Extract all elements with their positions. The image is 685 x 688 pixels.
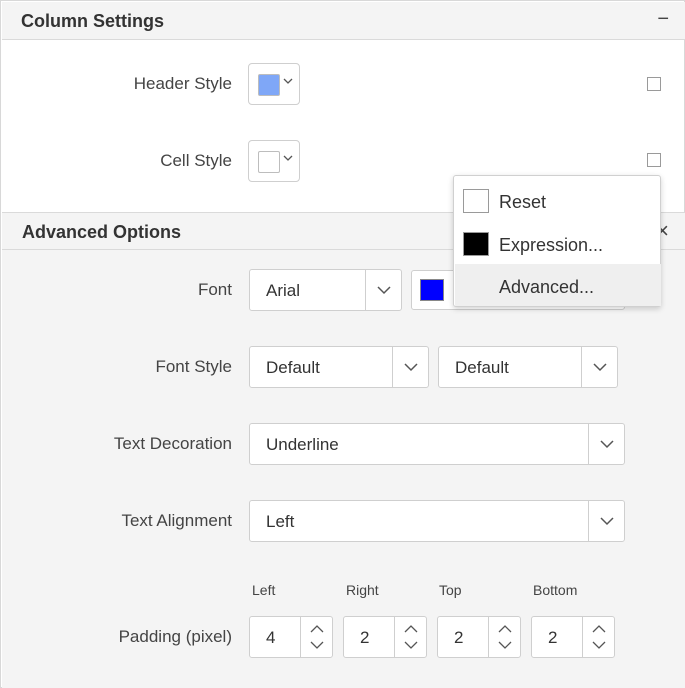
font-family-value: Arial [266, 281, 301, 300]
header-style-swatch [258, 74, 280, 96]
text-decoration-label: Text Decoration [113, 434, 232, 453]
dropdown-arrow[interactable] [392, 347, 428, 387]
chevron-down-icon[interactable] [592, 640, 606, 650]
dropdown-arrow[interactable] [588, 501, 624, 541]
chevron-down-icon [593, 363, 607, 372]
stepper-buttons [300, 617, 332, 657]
chevron-up-icon[interactable] [404, 624, 418, 634]
font-color-swatch [420, 279, 444, 301]
chevron-down-icon [600, 517, 614, 526]
text-decoration-dropdown[interactable]: Underline [249, 423, 625, 465]
font-style-label: Font Style [155, 357, 232, 376]
menu-item-label: Expression... [499, 235, 604, 255]
text-alignment-label: Text Alignment [121, 511, 232, 530]
dropdown-arrow[interactable] [365, 270, 401, 310]
dropdown-arrow[interactable] [581, 347, 617, 387]
chevron-up-icon[interactable] [498, 624, 512, 634]
chevron-up-icon[interactable] [310, 624, 324, 634]
column-settings-title: Column Settings [21, 11, 164, 31]
padding-top-label: Top [439, 582, 462, 598]
font-style-value: Default [455, 358, 509, 377]
menu-item-expression[interactable]: Expression... [455, 222, 661, 264]
padding-left-label: Left [252, 582, 276, 598]
stepper-buttons [488, 617, 520, 657]
padding-top-stepper[interactable]: 2 [437, 616, 521, 658]
color-context-menu: Reset Expression... Advanced... [453, 175, 661, 307]
font-family-dropdown[interactable]: Arial [249, 269, 402, 311]
cell-style-swatch [258, 151, 280, 173]
chevron-down-icon[interactable] [404, 640, 418, 650]
chevron-down-icon[interactable] [310, 640, 324, 650]
padding-left-value: 4 [266, 628, 276, 647]
expression-swatch [463, 232, 489, 256]
padding-right-value: 2 [360, 628, 370, 647]
font-weight-value: Default [266, 358, 320, 377]
menu-item-label: Advanced... [499, 277, 595, 297]
chevron-up-icon[interactable] [592, 624, 606, 634]
chevron-down-icon [377, 286, 391, 295]
properties-panel: Column Settings − Header Style Cell Styl… [0, 0, 685, 688]
column-settings-header[interactable]: Column Settings − [2, 2, 685, 40]
advanced-options-title: Advanced Options [22, 222, 182, 242]
cell-style-checkbox[interactable] [647, 153, 661, 167]
menu-item-advanced[interactable]: Advanced... [455, 264, 661, 306]
dropdown-arrow[interactable] [588, 424, 624, 464]
padding-bottom-stepper[interactable]: 2 [531, 616, 615, 658]
padding-right-stepper[interactable]: 2 [343, 616, 427, 658]
reset-swatch [463, 189, 489, 213]
chevron-down-icon [404, 363, 418, 372]
text-alignment-value: Left [266, 512, 295, 531]
chevron-down-icon [600, 440, 614, 449]
collapse-icon[interactable]: − [657, 8, 669, 31]
menu-item-label: Reset [499, 192, 547, 212]
chevron-down-icon [283, 78, 293, 84]
padding-left-stepper[interactable]: 4 [249, 616, 333, 658]
font-style-dropdown[interactable]: Default [438, 346, 618, 388]
header-style-checkbox[interactable] [647, 77, 661, 91]
text-decoration-value: Underline [266, 435, 339, 454]
padding-right-label: Right [346, 582, 379, 598]
font-label: Font [197, 280, 232, 299]
header-style-label: Header Style [133, 74, 232, 93]
padding-bottom-label: Bottom [533, 582, 578, 598]
menu-item-reset[interactable]: Reset [455, 179, 661, 221]
cell-style-color-picker[interactable] [248, 140, 300, 182]
font-weight-dropdown[interactable]: Default [249, 346, 429, 388]
cell-style-label: Cell Style [160, 151, 232, 170]
stepper-buttons [582, 617, 614, 657]
padding-bottom-value: 2 [548, 628, 558, 647]
stepper-buttons [394, 617, 426, 657]
chevron-down-icon [283, 155, 293, 161]
header-style-color-picker[interactable] [248, 63, 300, 105]
text-alignment-dropdown[interactable]: Left [249, 500, 625, 542]
padding-top-value: 2 [454, 628, 464, 647]
padding-label: Padding (pixel) [118, 627, 232, 646]
chevron-down-icon[interactable] [498, 640, 512, 650]
